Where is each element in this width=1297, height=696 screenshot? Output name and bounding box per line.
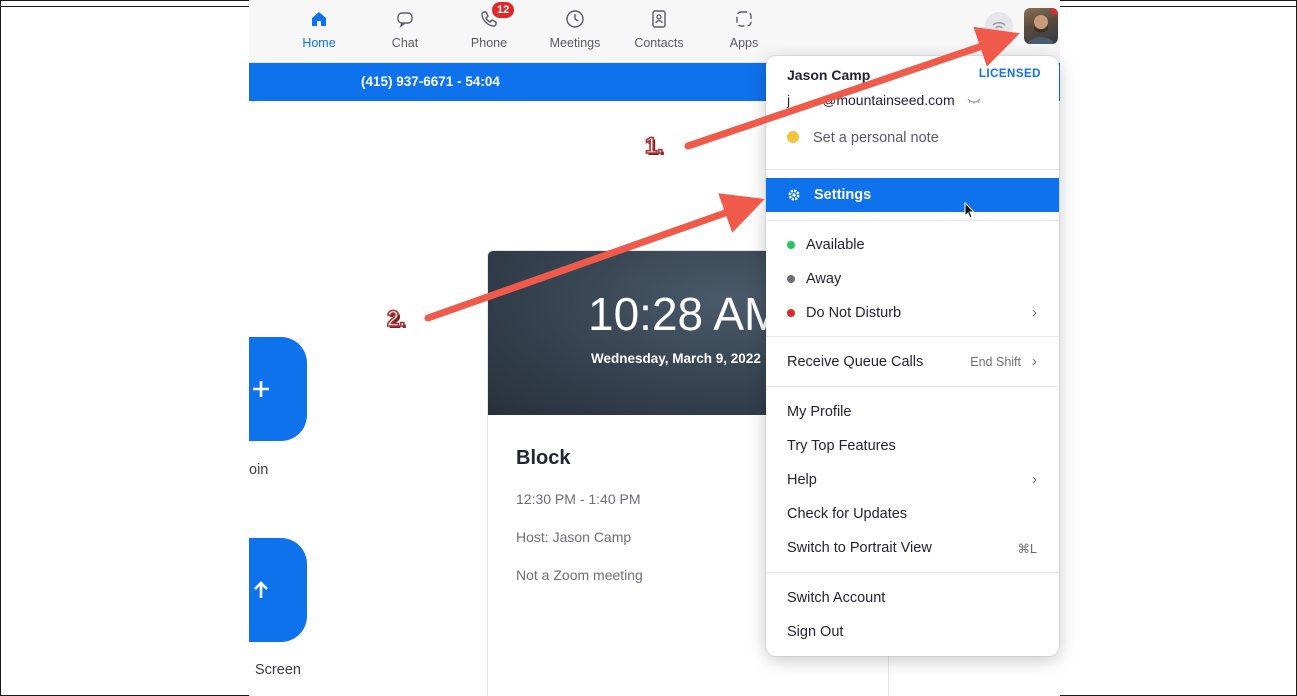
menu-item-switch-account[interactable]: Switch Account: [766, 581, 1059, 615]
event-note: Not a Zoom meeting: [516, 567, 643, 583]
menu-divider: [766, 386, 1059, 387]
upload-arrow-icon: [249, 578, 273, 602]
menu-item-sign-out[interactable]: Sign Out: [766, 615, 1059, 649]
call-banner-text: (415) 937-6671 - 54:04: [361, 74, 500, 89]
menu-divider: [766, 572, 1059, 573]
share-screen-label: Screen: [255, 662, 301, 678]
plus-icon: [249, 377, 273, 401]
check-updates-label: Check for Updates: [787, 506, 908, 522]
step-2-label: 2.: [386, 305, 406, 332]
menu-item-portrait-view[interactable]: Switch to Portrait View ⌘L: [766, 531, 1059, 565]
license-badge: LICENSED: [978, 68, 1041, 80]
tab-chat-label: Chat: [391, 36, 419, 50]
personal-note-label: Set a personal note: [813, 130, 939, 146]
chevron-right-icon: ›: [1032, 353, 1037, 370]
smiley-icon: [787, 131, 799, 143]
profile-dropdown-menu: Jason Camp LICENSED j @mountainseed.com S…: [766, 56, 1059, 656]
chat-icon: [394, 8, 416, 30]
menu-divider: [766, 220, 1059, 221]
email-domain: @mountainseed.com: [822, 92, 955, 108]
queue-calls-label: Receive Queue Calls: [787, 354, 924, 370]
status-available-dot: [787, 241, 795, 249]
clock-icon: [564, 8, 586, 30]
gear-icon: [787, 188, 801, 207]
menu-item-help[interactable]: Help ›: [766, 463, 1059, 497]
menu-item-status-available[interactable]: Available: [766, 228, 1059, 262]
menu-item-try-top-features[interactable]: Try Top Features: [766, 429, 1059, 463]
event-title: Block: [516, 447, 571, 469]
menu-item-check-updates[interactable]: Check for Updates: [766, 497, 1059, 531]
personal-note-row[interactable]: Set a personal note: [787, 130, 939, 146]
phone-badge: 12: [492, 2, 515, 18]
tab-home[interactable]: Home: [279, 8, 359, 50]
current-time: 10:28 AM: [588, 288, 783, 340]
tab-contacts-label: Contacts: [634, 36, 684, 50]
event-host: Host: Jason Camp: [516, 529, 632, 545]
home-icon: [308, 8, 330, 30]
menu-item-my-profile[interactable]: My Profile: [766, 395, 1059, 429]
queue-calls-value: End Shift: [970, 355, 1021, 369]
tab-phone[interactable]: 12 Phone: [449, 2, 529, 50]
tab-meetings-label: Meetings: [549, 36, 601, 50]
tab-phone-label: Phone: [470, 36, 508, 50]
portrait-view-shortcut: ⌘L: [1017, 542, 1037, 556]
profile-avatar-button[interactable]: [1024, 8, 1058, 44]
network-status-button[interactable]: [985, 12, 1013, 40]
apps-icon: [733, 8, 755, 30]
status-away-icon: [787, 275, 795, 283]
menu-user-email: j @mountainseed.com: [787, 92, 981, 109]
tab-contacts[interactable]: Contacts: [619, 8, 699, 50]
status-dnd-icon: [787, 309, 795, 317]
tab-apps-label: Apps: [729, 36, 759, 50]
menu-divider: [766, 169, 1059, 170]
email-prefix: j: [787, 92, 791, 108]
join-button[interactable]: [249, 337, 307, 441]
wifi-icon: [992, 22, 1006, 29]
status-dnd-label: Do Not Disturb: [806, 305, 902, 321]
status-away-label: Away: [806, 271, 842, 287]
tab-meetings[interactable]: Meetings: [535, 8, 615, 50]
menu-divider: [766, 336, 1059, 337]
tab-chat[interactable]: Chat: [365, 8, 445, 50]
menu-item-receive-queue-calls[interactable]: Receive Queue Calls End Shift ›: [766, 345, 1059, 379]
share-screen-button[interactable]: [249, 538, 307, 642]
menu-item-do-not-disturb[interactable]: Do Not Disturb ›: [766, 296, 1059, 330]
mouse-cursor-icon: [964, 201, 976, 225]
my-profile-label: My Profile: [787, 404, 852, 420]
top-nav-bar: Home Chat 12 Phone Meetings Contacts App…: [249, 0, 1060, 63]
menu-item-settings-label: Settings: [814, 187, 872, 203]
sign-out-label: Sign Out: [787, 624, 844, 640]
event-time: 12:30 PM - 1:40 PM: [516, 491, 641, 507]
portrait-view-label: Switch to Portrait View: [787, 540, 932, 556]
tab-home-label: Home: [302, 36, 336, 50]
menu-item-status-away[interactable]: Away: [766, 262, 1059, 296]
status-available-label: Available: [806, 237, 865, 253]
avatar-notification-dot: [1051, 8, 1058, 15]
menu-item-settings[interactable]: Settings: [766, 178, 1059, 219]
contacts-icon: [648, 8, 670, 30]
menu-user-name: Jason Camp: [787, 67, 871, 83]
help-label: Help: [787, 472, 817, 488]
eye-hidden-icon[interactable]: [967, 93, 981, 109]
try-features-label: Try Top Features: [787, 438, 896, 454]
join-label: oin: [249, 462, 269, 478]
switch-account-label: Switch Account: [787, 590, 886, 606]
chevron-right-icon: ›: [1032, 304, 1037, 321]
step-1-label: 1.: [644, 132, 664, 159]
current-date: Wednesday, March 9, 2022: [591, 351, 761, 366]
tab-apps[interactable]: Apps: [704, 8, 784, 50]
chevron-right-icon: ›: [1032, 471, 1037, 488]
phone-icon: 12: [478, 2, 515, 30]
